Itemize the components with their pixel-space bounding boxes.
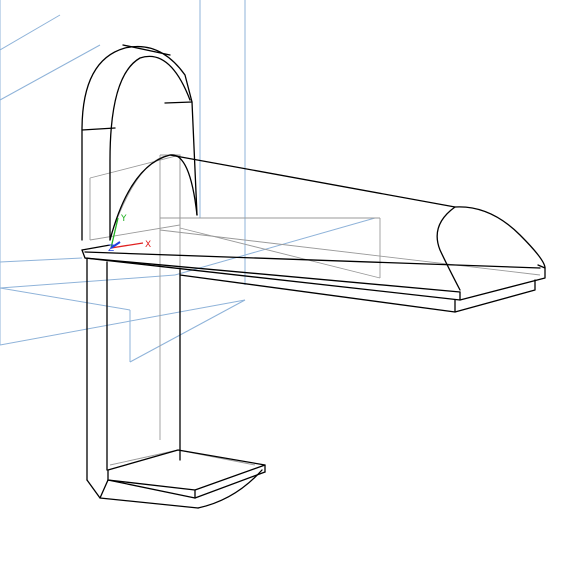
cad-drawing[interactable]: X Y Z (0, 0, 569, 561)
hidden-edges (89, 154, 541, 466)
z-axis-label: Z (108, 244, 114, 254)
y-axis-label: Y (120, 214, 127, 224)
reference-geometry (0, 0, 376, 363)
x-axis-label: X (145, 240, 151, 250)
cad-viewport[interactable]: X Y Z (0, 0, 569, 561)
coordinate-triad: X Y Z (108, 214, 151, 254)
